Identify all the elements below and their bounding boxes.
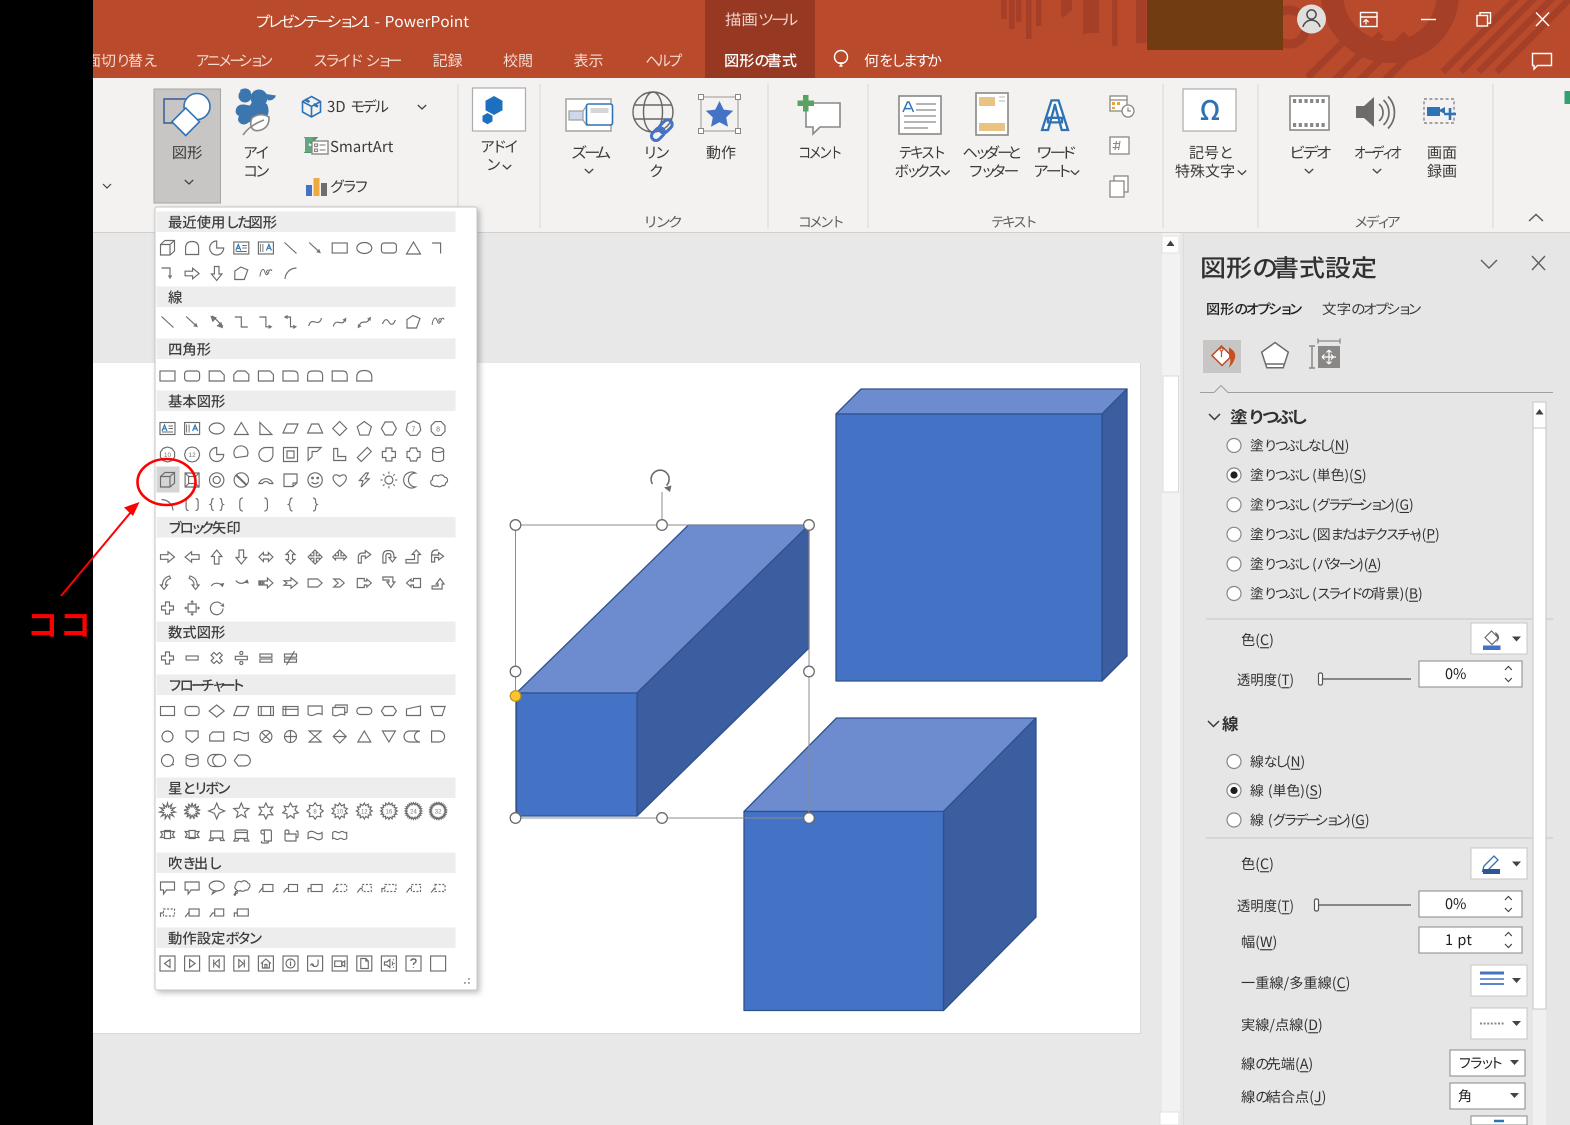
svg-text:12: 12 bbox=[188, 452, 196, 459]
svg-text:10: 10 bbox=[336, 810, 343, 816]
svg-text:16: 16 bbox=[386, 810, 393, 816]
svg-text:24: 24 bbox=[410, 810, 417, 816]
svg-text:7: 7 bbox=[412, 427, 416, 434]
svg-text:32: 32 bbox=[435, 810, 442, 816]
svg-text:12: 12 bbox=[361, 810, 368, 816]
svg-text:8: 8 bbox=[436, 427, 440, 434]
